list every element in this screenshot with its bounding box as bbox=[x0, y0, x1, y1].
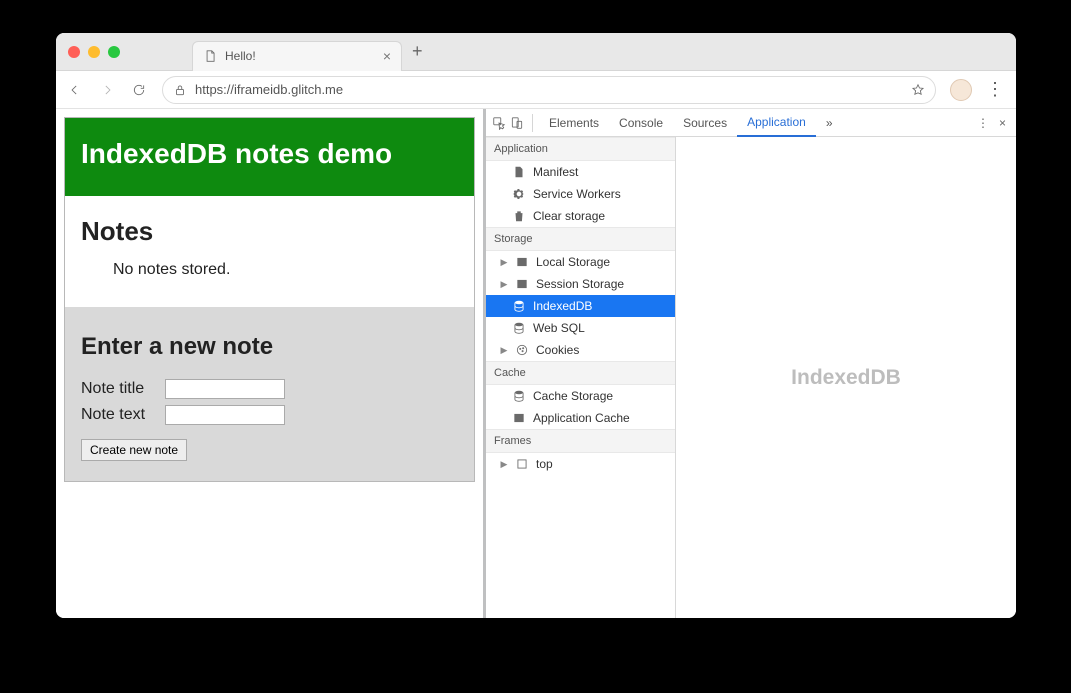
cookie-icon bbox=[515, 343, 529, 357]
sidebar-item-local-storage[interactable]: ▶ Local Storage bbox=[486, 251, 675, 273]
profile-avatar[interactable] bbox=[950, 79, 972, 101]
minimize-window-button[interactable] bbox=[88, 46, 100, 58]
devtools-menu-button[interactable]: ⋮ bbox=[977, 116, 989, 130]
note-form: Enter a new note Note title Note text Cr… bbox=[65, 307, 474, 481]
sidebar-item-label: Cache Storage bbox=[533, 389, 613, 403]
close-window-button[interactable] bbox=[68, 46, 80, 58]
tab-close-button[interactable]: × bbox=[383, 49, 391, 63]
address-bar[interactable]: https://iframeidb.glitch.me bbox=[162, 76, 936, 104]
sidebar-item-label: Web SQL bbox=[533, 321, 585, 335]
devtools-close-button[interactable]: × bbox=[999, 116, 1006, 130]
toolbar: https://iframeidb.glitch.me ⋮ bbox=[56, 71, 1016, 109]
new-tab-button[interactable]: + bbox=[412, 41, 423, 62]
notes-heading: Notes bbox=[81, 216, 458, 247]
notes-empty-message: No notes stored. bbox=[113, 261, 458, 279]
note-text-input[interactable] bbox=[165, 405, 285, 425]
sidebar-item-label: Service Workers bbox=[533, 187, 621, 201]
group-storage: Storage bbox=[486, 227, 675, 251]
devtools-main-pane: IndexedDB bbox=[676, 137, 1016, 618]
sidebar-item-session-storage[interactable]: ▶ Session Storage bbox=[486, 273, 675, 295]
sidebar-item-indexeddb[interactable]: IndexedDB bbox=[486, 295, 675, 317]
inspect-element-button[interactable] bbox=[490, 114, 508, 132]
sidebar-item-clear-storage[interactable]: Clear storage bbox=[486, 205, 675, 227]
group-cache: Cache bbox=[486, 361, 675, 385]
devtools-tabbar: Elements Console Sources Application » ⋮… bbox=[486, 109, 1016, 137]
devtools-tab-sources[interactable]: Sources bbox=[673, 109, 737, 137]
sidebar-item-frame-top[interactable]: ▶ top bbox=[486, 453, 675, 475]
group-application: Application bbox=[486, 137, 675, 161]
back-button[interactable] bbox=[66, 81, 84, 99]
devtools-tab-elements[interactable]: Elements bbox=[539, 109, 609, 137]
browser-menu-button[interactable]: ⋮ bbox=[986, 79, 1006, 100]
toggle-device-button[interactable] bbox=[508, 114, 526, 132]
devtools-tab-console[interactable]: Console bbox=[609, 109, 673, 137]
maximize-window-button[interactable] bbox=[108, 46, 120, 58]
application-sidebar: Application Manifest Service Workers Cle… bbox=[486, 137, 676, 618]
devtools-panel: Elements Console Sources Application » ⋮… bbox=[486, 109, 1016, 618]
gear-icon bbox=[512, 187, 526, 201]
window-titlebar: Hello! × + bbox=[56, 33, 1016, 71]
sidebar-item-label: IndexedDB bbox=[533, 299, 592, 313]
browser-tab[interactable]: Hello! × bbox=[192, 41, 402, 71]
expand-icon: ▶ bbox=[500, 279, 508, 290]
sidebar-item-cache-storage[interactable]: Cache Storage bbox=[486, 385, 675, 407]
sidebar-item-label: top bbox=[536, 457, 553, 471]
table-icon bbox=[515, 277, 529, 291]
file-icon bbox=[512, 165, 526, 179]
sidebar-item-web-sql[interactable]: Web SQL bbox=[486, 317, 675, 339]
browser-window: Hello! × + https://iframeidb.glitch.me ⋮ bbox=[56, 33, 1016, 618]
database-icon bbox=[512, 389, 526, 403]
sidebar-item-service-workers[interactable]: Service Workers bbox=[486, 183, 675, 205]
sidebar-item-label: Clear storage bbox=[533, 209, 605, 223]
url-text: https://iframeidb.glitch.me bbox=[195, 82, 903, 97]
forward-button[interactable] bbox=[98, 81, 116, 99]
sidebar-item-label: Manifest bbox=[533, 165, 578, 179]
database-icon bbox=[512, 299, 526, 313]
note-title-input[interactable] bbox=[165, 379, 285, 399]
table-icon bbox=[512, 411, 526, 425]
sidebar-item-manifest[interactable]: Manifest bbox=[486, 161, 675, 183]
group-frames: Frames bbox=[486, 429, 675, 453]
create-note-button[interactable]: Create new note bbox=[81, 439, 187, 461]
table-icon bbox=[515, 255, 529, 269]
page-title: IndexedDB notes demo bbox=[65, 118, 474, 196]
tab-title: Hello! bbox=[225, 49, 375, 63]
devtools-tab-application[interactable]: Application bbox=[737, 109, 816, 137]
sidebar-item-label: Session Storage bbox=[536, 277, 624, 291]
sidebar-item-cookies[interactable]: ▶ Cookies bbox=[486, 339, 675, 361]
main-placeholder: IndexedDB bbox=[791, 366, 901, 390]
note-title-label: Note title bbox=[81, 380, 159, 398]
content-area: IndexedDB notes demo Notes No notes stor… bbox=[56, 109, 1016, 618]
frame-icon bbox=[515, 457, 529, 471]
sidebar-item-label: Cookies bbox=[536, 343, 579, 357]
page-icon bbox=[203, 49, 217, 63]
lock-icon bbox=[173, 83, 187, 97]
window-controls bbox=[68, 46, 120, 58]
note-text-label: Note text bbox=[81, 406, 159, 424]
expand-icon: ▶ bbox=[500, 257, 508, 268]
expand-icon: ▶ bbox=[500, 345, 508, 356]
expand-icon: ▶ bbox=[500, 459, 508, 470]
reload-button[interactable] bbox=[130, 81, 148, 99]
devtools-tab-overflow[interactable]: » bbox=[816, 109, 843, 137]
trash-icon bbox=[512, 209, 526, 223]
rendered-page: IndexedDB notes demo Notes No notes stor… bbox=[56, 109, 486, 618]
sidebar-item-application-cache[interactable]: Application Cache bbox=[486, 407, 675, 429]
sidebar-item-label: Application Cache bbox=[533, 411, 630, 425]
bookmark-star-icon[interactable] bbox=[911, 83, 925, 97]
sidebar-item-label: Local Storage bbox=[536, 255, 610, 269]
form-heading: Enter a new note bbox=[81, 333, 458, 361]
database-icon bbox=[512, 321, 526, 335]
